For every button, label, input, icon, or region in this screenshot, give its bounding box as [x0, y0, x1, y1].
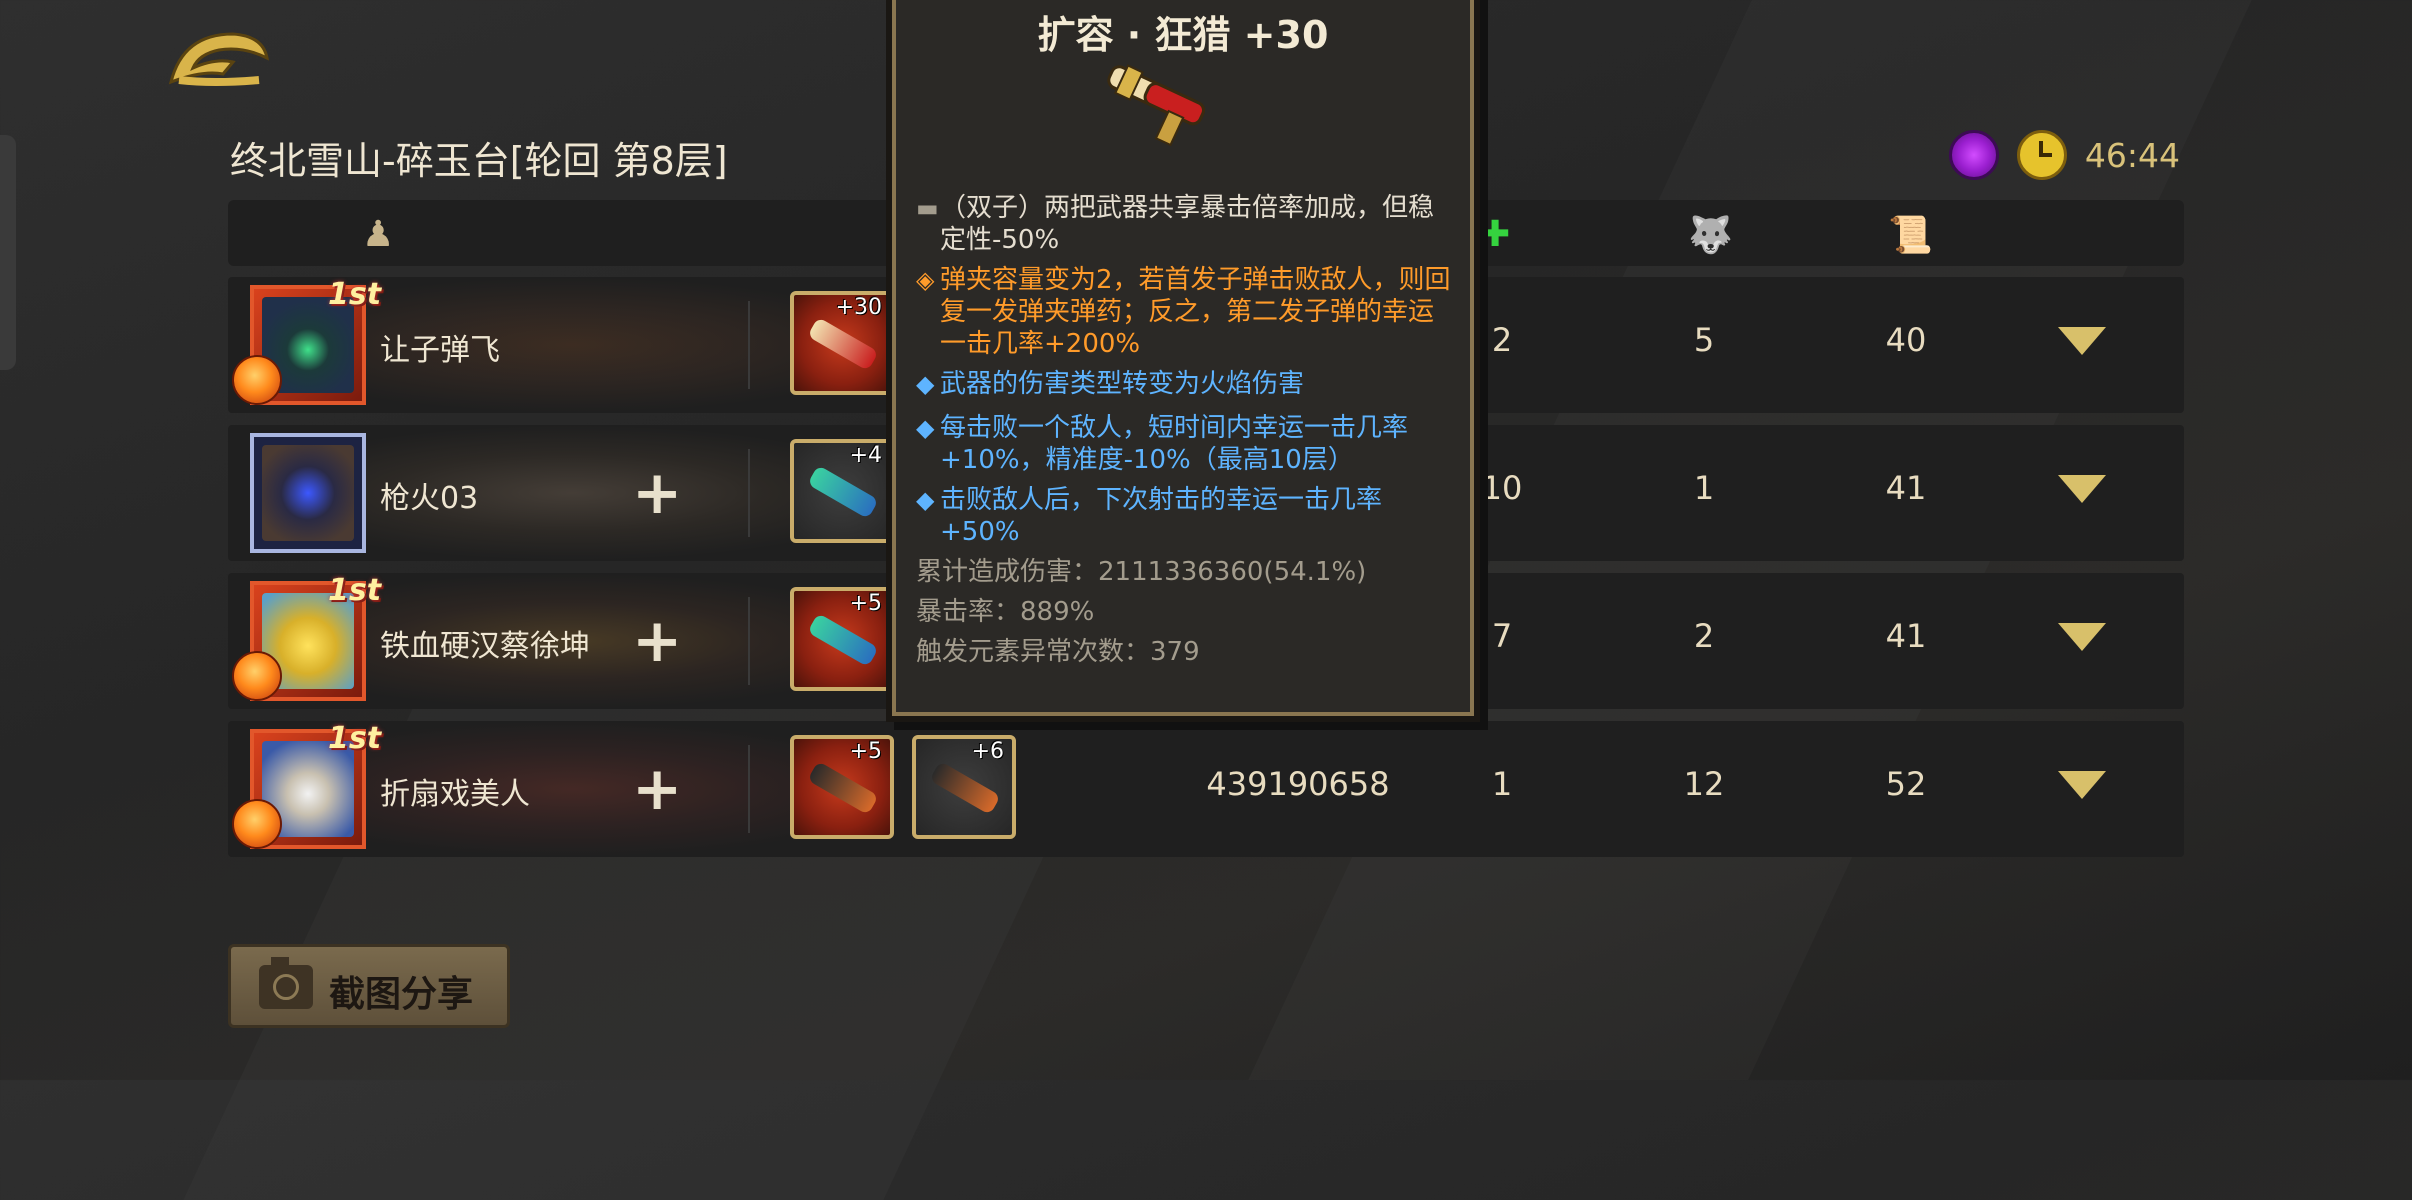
tooltip-stat-trigger: 触发元素异常次数：379 [916, 637, 1200, 667]
stat-pet: 12 [1683, 765, 1725, 803]
stat-scroll: 40 [1885, 321, 1927, 359]
gun-icon [1107, 64, 1205, 146]
rank-badge: 1st [328, 277, 382, 312]
purple-swirl-icon[interactable] [1948, 130, 1999, 180]
stat-pet: 2 [1693, 617, 1715, 655]
player-name: 折扇戏美人 [380, 777, 530, 812]
weapon-level: +30 [835, 295, 882, 320]
stat-pet: 5 [1693, 321, 1715, 359]
status-area: 46:44 [1948, 130, 2180, 180]
share-label: 截图分享 [329, 974, 474, 1015]
stat-heal: 1 [1491, 765, 1513, 803]
weapon-slot[interactable]: +5 [790, 735, 894, 839]
fire-pet-icon [232, 799, 282, 849]
rank-badge: 1st [328, 573, 382, 608]
expand-down-icon[interactable] [2058, 327, 2106, 355]
stat-scroll: 41 [1885, 469, 1927, 507]
tooltip-line: ◆ 击败敌人后，下次射击的幸运一击几率+50% [916, 485, 1383, 547]
player-name: 枪火03 [380, 481, 479, 516]
gun-icon [807, 316, 879, 372]
bow-icon [807, 612, 879, 668]
player-row-4: 1st 折扇戏美人 + +5 +6 439190658 1 12 52 [228, 721, 2184, 857]
side-drawer-tab[interactable] [0, 135, 16, 370]
tooltip-line: ◈ 弹夹容量变为2，若首发子弹击败敌人，则回复一发弹夹弹药；反之，第二发子弹的幸… [916, 265, 1451, 359]
person-icon: ♟ [362, 214, 395, 255]
crossbow-icon [929, 760, 1001, 816]
expand-down-icon[interactable] [2058, 623, 2106, 651]
add-button[interactable]: + [632, 759, 682, 819]
weapon-tooltip: 扩容 · 狂猎 +30 ▬ （双子）两把武器共享暴击倍率加成，但稳定性-50% … [886, 0, 1480, 722]
screenshot-share-button[interactable]: 截图分享 [228, 944, 510, 1028]
weapon-slot[interactable]: +5 [790, 587, 894, 691]
add-button[interactable]: + [632, 463, 682, 523]
camera-icon [259, 957, 313, 1009]
bow-icon [807, 464, 879, 520]
crossbow-icon [807, 760, 879, 816]
clock-icon [2016, 130, 2067, 180]
weapon-level: +5 [849, 591, 882, 616]
back-arrow-icon[interactable] [163, 24, 273, 96]
scroll-icon: 📜 [1888, 215, 1933, 256]
tooltip-line: ▬ （双子）两把武器共享暴击倍率加成，但稳定性-50% [916, 193, 1435, 255]
weapon-slot[interactable]: +4 [790, 439, 894, 543]
weapon-slot[interactable]: +30 [790, 291, 894, 395]
diamond-outline-icon: ◈ [916, 266, 935, 294]
player-name: 铁血硬汉蔡徐坤 [380, 629, 590, 664]
expand-down-icon[interactable] [2058, 771, 2106, 799]
tooltip-stat-crit: 暴击率：889% [916, 597, 1095, 627]
tooltip-title: 扩容 · 狂猎 +30 [1037, 13, 1329, 57]
tooltip-line: ◆ 武器的伤害类型转变为火焰伤害 [916, 369, 1305, 399]
damage-value: 439190658 [1206, 765, 1390, 803]
fire-pet-icon [232, 355, 282, 405]
rank-badge: 1st [328, 721, 382, 756]
player-name: 让子弹飞 [380, 333, 500, 368]
weapon-level: +5 [849, 739, 882, 764]
tooltip-line: ◆ 每击败一个敌人，短时间内幸运一击几率+10%，精准度-10%（最高10层） [916, 413, 1409, 475]
diamond-icon: ◆ [916, 486, 935, 514]
expand-down-icon[interactable] [2058, 475, 2106, 503]
stage-title: 终北雪山-碎玉台[轮回 第8层] [230, 139, 728, 183]
tooltip-stat-damage: 累计造成伤害：2111336360(54.1%) [916, 557, 1367, 587]
fire-pet-icon [232, 651, 282, 701]
avatar[interactable] [250, 433, 366, 553]
blue-wolf-icon: 🐺 [1688, 215, 1733, 256]
diamond-icon: ◆ [916, 370, 935, 398]
weapon-level: +6 [971, 739, 1004, 764]
stat-pet: 1 [1693, 469, 1715, 507]
stat-scroll: 41 [1885, 617, 1927, 655]
weapon-level: +4 [849, 443, 882, 468]
gun-bullet-icon: ▬ [916, 194, 939, 222]
weapon-slot[interactable]: +6 [912, 735, 1016, 839]
diamond-icon: ◆ [916, 414, 935, 442]
timer: 46:44 [2084, 135, 2180, 175]
stat-scroll: 52 [1885, 765, 1927, 803]
add-button[interactable]: + [632, 611, 682, 671]
green-cross-icon: ✚ [1480, 214, 1511, 255]
